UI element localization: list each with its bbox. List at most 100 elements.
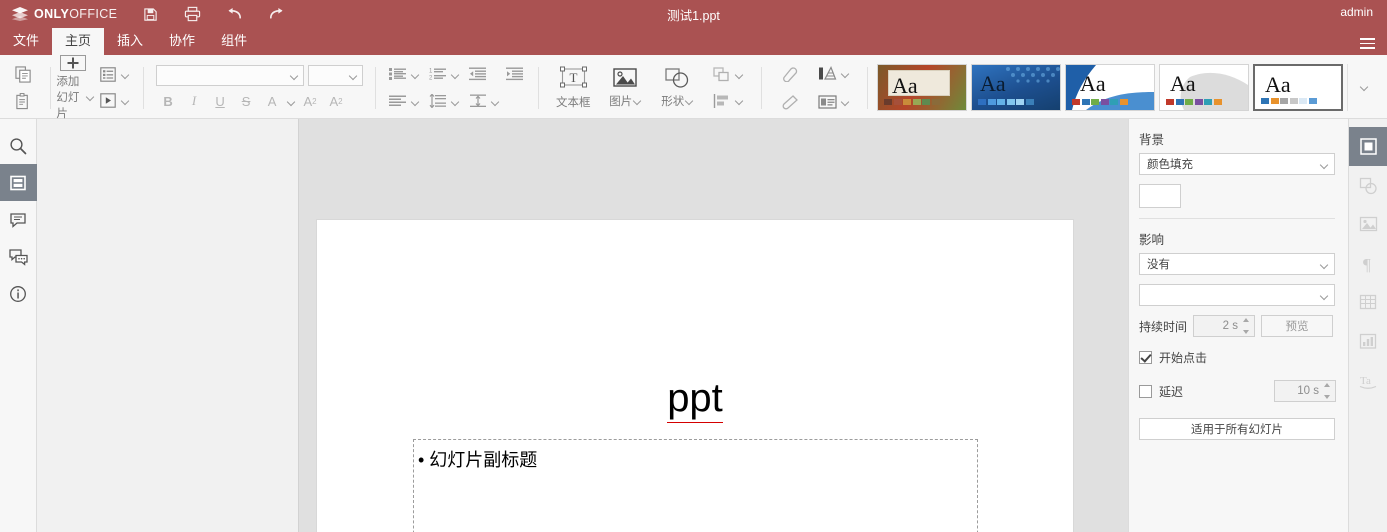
increase-indent-button[interactable] [504, 65, 526, 83]
delay-row: 延迟 10 s [1139, 380, 1336, 402]
chevron-down-icon[interactable] [122, 97, 129, 104]
chevron-down-icon[interactable] [288, 98, 295, 105]
paste-button[interactable] [12, 91, 34, 111]
sidebar-item-about[interactable] [0, 275, 37, 312]
insert-shape-button[interactable]: 形状 [652, 60, 702, 116]
line-spacing-button[interactable] [427, 92, 449, 110]
theme-item-3[interactable]: Aa [1065, 64, 1155, 111]
insert-image-button[interactable]: 图片 [600, 60, 650, 116]
insert-image-label: 图片 [609, 93, 641, 109]
slide-size-button[interactable] [818, 93, 849, 111]
background-color-swatch[interactable] [1139, 184, 1181, 208]
decrease-indent-button[interactable] [467, 65, 489, 83]
shape-fill-button[interactable] [818, 65, 849, 83]
delay-checkbox[interactable] [1139, 385, 1152, 398]
theme-item-5-selected[interactable]: Aa [1253, 64, 1343, 111]
chevron-down-icon[interactable] [122, 71, 129, 78]
clear-style-button[interactable] [780, 65, 800, 83]
copy-button[interactable] [12, 64, 34, 84]
slide-layout-button[interactable] [98, 66, 129, 84]
spinner-arrows-icon[interactable] [1243, 318, 1251, 334]
rail-item-slide-settings[interactable] [1349, 127, 1387, 166]
font-family-input[interactable] [156, 65, 304, 86]
theme-item-2[interactable]: Aa [971, 64, 1061, 111]
superscript-button[interactable]: A2 [300, 92, 321, 111]
font-color-button[interactable]: A [262, 92, 283, 111]
redo-icon[interactable] [267, 5, 285, 23]
sidebar-item-chat[interactable] [0, 238, 37, 275]
apply-to-all-slides-button[interactable]: 适用于所有幻灯片 [1139, 418, 1335, 440]
arrange-button[interactable] [712, 66, 743, 84]
user-name[interactable]: admin [1340, 5, 1373, 19]
bullet-list-button[interactable] [387, 65, 409, 83]
delay-spinner[interactable]: 10 s [1274, 380, 1336, 402]
slide-1[interactable]: ppt • 幻灯片副标题 [317, 220, 1073, 532]
underline-button[interactable]: U [210, 92, 231, 111]
rail-item-paragraph-settings[interactable]: ¶ [1349, 244, 1387, 283]
theme-preview-text: Aa [892, 71, 918, 101]
chevron-down-icon[interactable] [452, 98, 459, 105]
chevron-down-icon[interactable] [736, 97, 743, 104]
sidebar-item-slides[interactable] [0, 164, 37, 201]
save-icon[interactable] [141, 5, 159, 23]
rail-item-table-settings[interactable] [1349, 283, 1387, 322]
effect-variant-select[interactable] [1139, 284, 1335, 306]
start-on-click-checkbox[interactable] [1139, 351, 1152, 364]
slide-canvas[interactable]: ppt • 幻灯片副标题 [299, 119, 1128, 532]
chevron-down-icon[interactable] [412, 71, 419, 78]
chevron-down-icon[interactable] [736, 71, 743, 78]
slide-layout-group [90, 57, 137, 118]
tab-collaboration[interactable]: 协作 [156, 28, 208, 55]
align-objects-button[interactable] [712, 92, 743, 110]
theme-item-4[interactable]: Aa [1159, 64, 1249, 111]
menu-hamburger-icon[interactable] [1360, 38, 1375, 49]
tab-insert[interactable]: 插入 [104, 28, 156, 55]
vertical-align-button[interactable] [467, 92, 489, 110]
slide-subtitle-placeholder[interactable]: • 幻灯片副标题 [413, 439, 978, 532]
theme-swatches [978, 99, 1034, 105]
chevron-down-icon[interactable] [842, 98, 849, 105]
slide-title-placeholder[interactable]: ppt [317, 375, 1073, 421]
chevron-down-icon[interactable] [842, 70, 849, 77]
slide-panel-scrollbar[interactable] [294, 119, 298, 532]
insert-textbox-button[interactable]: T 文本框 [548, 60, 598, 116]
numbered-list-button[interactable]: 12 [427, 65, 449, 83]
chevron-down-icon[interactable] [492, 98, 499, 105]
tab-file[interactable]: 文件 [0, 28, 52, 55]
add-slide-button[interactable]: 添加幻灯片 [56, 57, 90, 118]
tab-plugins[interactable]: 组件 [208, 28, 260, 55]
font-size-input[interactable] [308, 65, 363, 86]
strikethrough-button[interactable]: S [236, 92, 257, 111]
spinner-arrows-icon[interactable] [1324, 383, 1332, 399]
slide-thumbnails-panel[interactable] [37, 119, 299, 532]
sidebar-item-comments[interactable] [0, 201, 37, 238]
rail-item-shape-settings[interactable] [1349, 166, 1387, 205]
rail-item-chart-settings[interactable] [1349, 322, 1387, 361]
chevron-down-icon[interactable] [634, 97, 641, 104]
theme-gallery-expand-button[interactable] [1347, 64, 1383, 111]
chevron-down-icon[interactable] [686, 97, 693, 104]
theme-item-1[interactable]: Aa [877, 64, 967, 111]
align-button[interactable] [387, 92, 409, 110]
theme-swatches [1166, 99, 1222, 105]
effect-type-select[interactable]: 没有 [1139, 253, 1335, 275]
print-icon[interactable] [183, 5, 201, 23]
duration-spinner[interactable]: 2 s [1193, 315, 1255, 337]
slide-transition-button[interactable] [98, 92, 129, 110]
subscript-button[interactable]: A2 [326, 92, 347, 111]
style-tools [772, 65, 808, 111]
tab-home[interactable]: 主页 [52, 28, 104, 55]
app-logo: ONLYOFFICE [0, 7, 117, 21]
undo-icon[interactable] [225, 5, 243, 23]
sidebar-item-search[interactable] [0, 127, 37, 164]
italic-button[interactable]: I [184, 92, 205, 111]
chevron-down-icon[interactable] [87, 93, 90, 100]
background-fill-select[interactable]: 颜色填充 [1139, 153, 1335, 175]
rail-item-textart-settings[interactable]: Ta [1349, 361, 1387, 400]
format-painter-button[interactable] [780, 93, 800, 111]
preview-button[interactable]: 预览 [1261, 315, 1333, 337]
chevron-down-icon[interactable] [452, 71, 459, 78]
bold-button[interactable]: B [158, 92, 179, 111]
chevron-down-icon[interactable] [412, 98, 419, 105]
rail-item-image-settings[interactable] [1349, 205, 1387, 244]
